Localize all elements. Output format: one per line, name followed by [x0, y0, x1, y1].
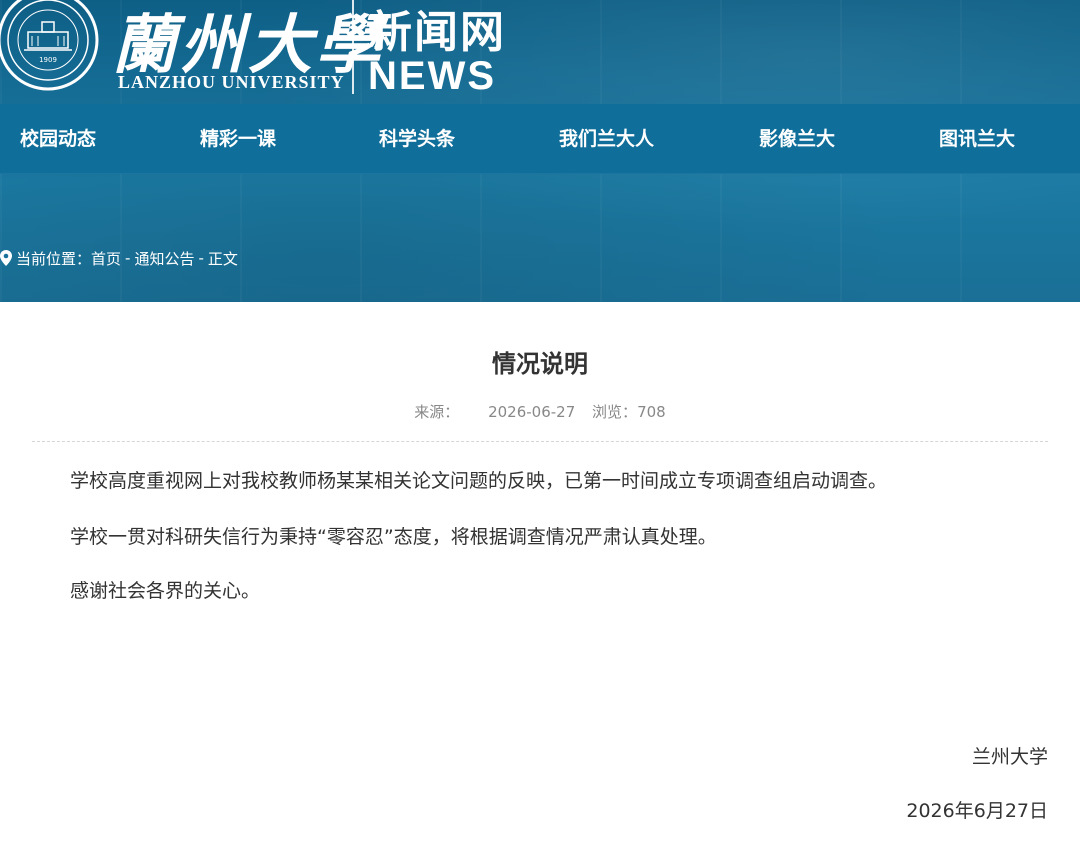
breadcrumb-notices[interactable]: 通知公告 [134, 248, 194, 269]
nav-item-science-headlines[interactable]: 科学头条 [379, 104, 455, 174]
article-paragraph: 学校高度重视网上对我校教师杨某某相关论文问题的反映，已第一时间成立专项调查组启动… [70, 470, 888, 492]
news-site-chinese: 新闻网 [368, 7, 506, 58]
seal-year: 1909 [39, 56, 57, 64]
breadcrumb-current: 正文 [207, 249, 238, 268]
news-site-english: NEWS [368, 54, 496, 98]
university-seal-icon: 1909 [0, 0, 99, 91]
logo-divider [352, 0, 354, 94]
nav-item-photo-news[interactable]: 图讯兰大 [939, 104, 1015, 174]
source-label: 来源： [414, 403, 460, 421]
views-count: 708 [637, 403, 666, 421]
nav-item-our-people[interactable]: 我们兰大人 [559, 104, 654, 174]
breadcrumb-separator: - [125, 249, 131, 267]
article-meta: 来源： 2026-06-27 浏览：708 [0, 401, 1080, 422]
publish-date: 2026-06-27 [488, 403, 576, 421]
article-paragraph: 感谢社会各界的关心。 [70, 580, 261, 602]
signature-date: 2026年6月27日 [906, 800, 1048, 822]
article-paragraph: 学校一贯对科研失信行为秉持“零容忍”态度，将根据调查情况严肃认真处理。 [70, 526, 717, 548]
title-divider [32, 441, 1048, 442]
views-label: 浏览： [592, 403, 638, 421]
main-nav: 校园动态 精彩一课 科学头条 我们兰大人 影像兰大 图讯兰大 [0, 104, 1080, 174]
article-title: 情况说明 [492, 350, 588, 378]
location-pin-icon [0, 250, 12, 266]
signature: 兰州大学 [971, 746, 1048, 768]
brand-area[interactable]: 1909 蘭州大學 LANZHOU UNIVERSITY 新闻网 NEWS [0, 0, 1080, 104]
breadcrumb-home[interactable]: 首页 [91, 248, 121, 269]
nav-item-featured-lesson[interactable]: 精彩一课 [200, 104, 276, 174]
breadcrumb-separator: - [198, 249, 204, 267]
breadcrumb-prefix: 当前位置： [16, 249, 92, 268]
nav-item-campus-news[interactable]: 校园动态 [20, 104, 96, 174]
site-header: 1909 蘭州大學 LANZHOU UNIVERSITY 新闻网 NEWS 校园… [0, 0, 1080, 302]
nav-item-image-gallery[interactable]: 影像兰大 [759, 104, 835, 174]
logo-english-name: LANZHOU UNIVERSITY [118, 72, 345, 92]
breadcrumb: 当前位置： 首页 - 通知公告 - 正文 [0, 246, 238, 270]
